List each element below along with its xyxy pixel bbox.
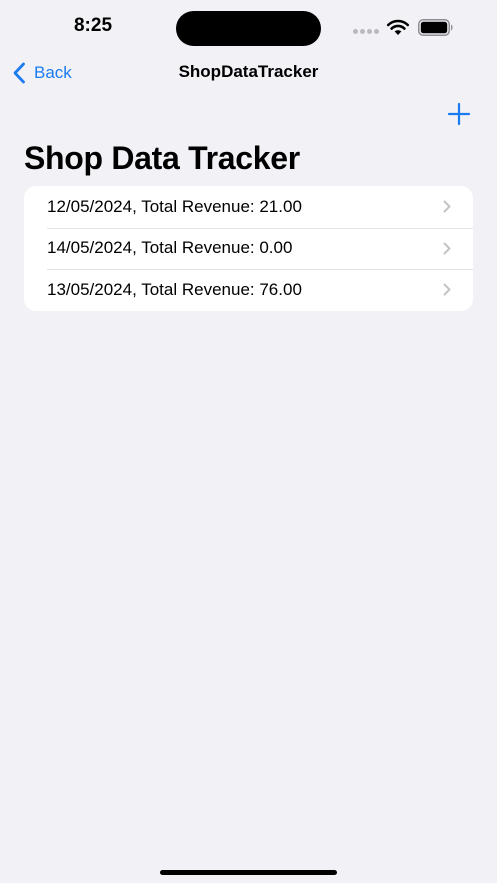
add-button[interactable] [447,102,471,126]
back-label: Back [34,63,72,82]
plus-icon [447,102,471,126]
list-item[interactable]: 12/05/2024, Total Revenue: 21.00 [24,186,473,228]
dynamic-island [176,11,321,46]
list-item-label: 14/05/2024, Total Revenue: 0.00 [47,238,293,258]
list-item-label: 13/05/2024, Total Revenue: 76.00 [47,279,302,299]
nav-title: ShopDataTracker [178,62,319,81]
navigation-bar: Back ShopDataTracker [0,56,497,90]
revenue-list: 12/05/2024, Total Revenue: 21.00 14/05/2… [24,186,473,311]
chevron-right-icon [443,283,451,296]
chevron-left-icon [13,62,25,84]
list-item[interactable]: 13/05/2024, Total Revenue: 76.00 [24,269,473,311]
list-item[interactable]: 14/05/2024, Total Revenue: 0.00 [24,227,473,270]
list-item-label: 12/05/2024, Total Revenue: 21.00 [47,196,302,216]
chevron-right-icon [443,242,451,254]
page-title: Shop Data Tracker [24,140,300,176]
status-bar: 8:25 [0,0,497,56]
wifi-icon [386,19,410,35]
status-time: 8:25 [73,15,113,36]
home-indicator[interactable] [160,870,337,875]
chevron-right-icon [443,200,451,213]
cellular-signal-icon [353,29,379,34]
back-button[interactable]: Back [12,60,72,86]
battery-icon [418,19,453,36]
